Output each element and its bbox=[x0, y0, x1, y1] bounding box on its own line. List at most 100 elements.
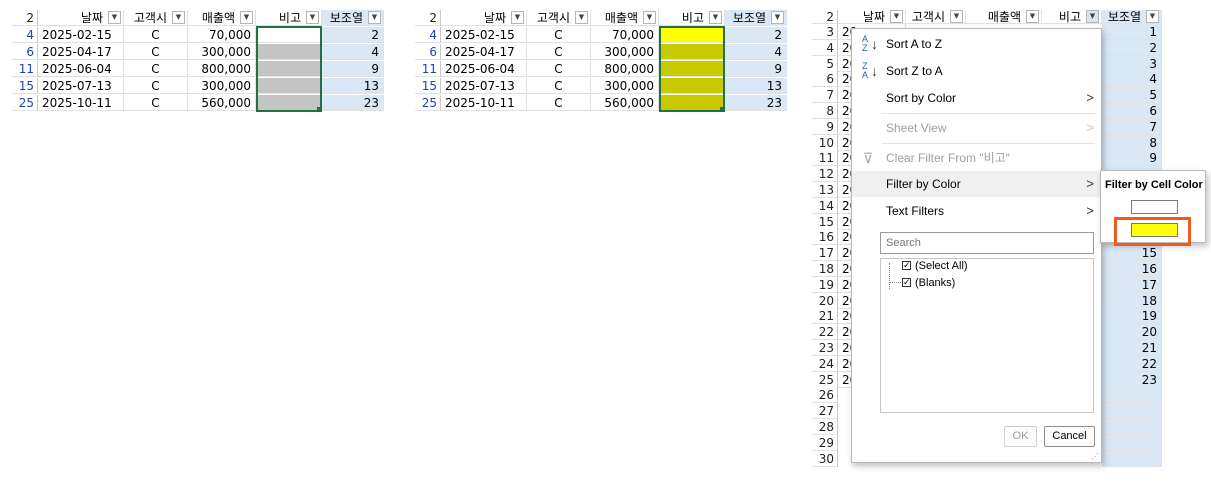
customer-cell[interactable]: C bbox=[527, 95, 591, 111]
aux-cell[interactable]: 1 bbox=[1102, 24, 1162, 40]
date-cell[interactable]: 2025-06-04 bbox=[38, 61, 124, 77]
sales-cell[interactable]: 300,000 bbox=[591, 44, 659, 60]
aux-cell[interactable]: 21 bbox=[1102, 340, 1162, 356]
aux-cell[interactable]: 9 bbox=[1102, 150, 1162, 167]
cancel-button[interactable]: Cancel bbox=[1044, 426, 1095, 447]
dropdown-arrow-icon[interactable]: ▼ bbox=[368, 11, 381, 24]
row-number[interactable]: 8 bbox=[812, 103, 838, 119]
header-sales[interactable]: 매출액 ▼ bbox=[591, 10, 659, 26]
header-aux[interactable]: 보조열 ▼ bbox=[322, 10, 384, 26]
aux-cell[interactable]: 8 bbox=[1102, 134, 1162, 151]
ok-button[interactable]: OK bbox=[1004, 426, 1037, 447]
aux-cell[interactable]: 13 bbox=[322, 78, 384, 94]
customer-cell[interactable]: C bbox=[527, 78, 591, 94]
dropdown-arrow-icon[interactable]: ▼ bbox=[511, 11, 524, 24]
row-number[interactable]: 24 bbox=[812, 355, 838, 372]
customer-cell[interactable]: C bbox=[124, 27, 188, 43]
row-number[interactable]: 28 bbox=[812, 419, 838, 435]
header-sales[interactable]: 매출액 ▼ bbox=[188, 10, 256, 26]
dropdown-arrow-icon[interactable]: ▼ bbox=[709, 11, 722, 24]
aux-cell[interactable]: 6 bbox=[1102, 103, 1162, 119]
aux-cell[interactable]: 16 bbox=[1102, 261, 1162, 277]
search-input[interactable]: Search bbox=[880, 232, 1094, 254]
date-cell[interactable]: 2025-04-17 bbox=[38, 44, 124, 60]
aux-cell[interactable]: 9 bbox=[322, 61, 384, 77]
row-number[interactable]: 15 bbox=[12, 78, 38, 94]
customer-cell[interactable]: C bbox=[527, 44, 591, 60]
checkbox-blanks[interactable]: ✓ bbox=[902, 278, 911, 287]
row-number[interactable]: 11 bbox=[12, 61, 38, 77]
aux-cell[interactable]: 23 bbox=[322, 95, 384, 111]
header-note[interactable]: 비고 ▼ bbox=[1042, 10, 1102, 24]
row-number[interactable]: 2 bbox=[812, 10, 838, 24]
date-cell[interactable]: 2025-07-13 bbox=[441, 78, 527, 94]
fill-handle[interactable] bbox=[720, 107, 725, 112]
checkbox-select-all[interactable]: ✓ bbox=[902, 261, 911, 270]
aux-cell[interactable] bbox=[1102, 450, 1162, 467]
dropdown-arrow-icon[interactable]: ▼ bbox=[306, 11, 319, 24]
sales-cell[interactable]: 300,000 bbox=[188, 78, 256, 94]
dropdown-arrow-icon[interactable]: ▼ bbox=[890, 10, 903, 23]
dropdown-arrow-icon[interactable]: ▼ bbox=[108, 11, 121, 24]
header-aux[interactable]: 보조열 ▼ bbox=[1102, 10, 1162, 24]
color-swatch-white[interactable] bbox=[1131, 200, 1178, 214]
row-number[interactable]: 17 bbox=[812, 245, 838, 262]
aux-cell[interactable]: 2 bbox=[322, 27, 384, 43]
aux-cell[interactable]: 2 bbox=[1102, 39, 1162, 56]
aux-cell[interactable]: 4 bbox=[322, 44, 384, 60]
row-number[interactable]: 29 bbox=[812, 434, 838, 451]
aux-cell[interactable]: 3 bbox=[1102, 55, 1162, 72]
aux-cell[interactable]: 22 bbox=[1102, 355, 1162, 372]
aux-cell[interactable]: 23 bbox=[725, 95, 787, 111]
row-number[interactable]: 11 bbox=[812, 150, 838, 167]
row-number[interactable]: 2 bbox=[12, 10, 38, 26]
customer-cell[interactable]: C bbox=[124, 44, 188, 60]
aux-cell[interactable]: 5 bbox=[1102, 87, 1162, 104]
row-number[interactable]: 30 bbox=[812, 450, 838, 467]
sales-cell[interactable]: 560,000 bbox=[591, 95, 659, 111]
aux-cell[interactable]: 15 bbox=[1102, 245, 1162, 262]
row-number[interactable]: 13 bbox=[812, 182, 838, 198]
row-number[interactable]: 4 bbox=[12, 27, 38, 43]
sales-cell[interactable]: 70,000 bbox=[591, 27, 659, 43]
aux-cell[interactable] bbox=[1102, 434, 1162, 451]
dropdown-arrow-icon[interactable]: ▼ bbox=[1026, 10, 1039, 23]
sort-by-color[interactable]: Sort by Color > bbox=[852, 85, 1101, 111]
fill-handle[interactable] bbox=[317, 107, 322, 112]
row-number[interactable]: 25 bbox=[415, 95, 441, 111]
sort-a-to-z[interactable]: AZ ↓ Sort A to Z bbox=[852, 31, 1101, 57]
date-cell[interactable]: 2025-10-11 bbox=[38, 95, 124, 111]
header-note[interactable]: 비고 ▼ bbox=[659, 10, 725, 26]
row-number[interactable]: 4 bbox=[415, 27, 441, 43]
sales-cell[interactable]: 300,000 bbox=[591, 78, 659, 94]
value-list[interactable]: ✓ (Select All) ✓ (Blanks) bbox=[880, 258, 1094, 413]
aux-cell[interactable] bbox=[1102, 419, 1162, 435]
sales-cell[interactable]: 560,000 bbox=[188, 95, 256, 111]
header-date[interactable]: 날짜 ▼ bbox=[838, 10, 906, 24]
header-aux[interactable]: 보조열 ▼ bbox=[725, 10, 787, 26]
sales-cell[interactable]: 70,000 bbox=[188, 27, 256, 43]
sales-cell[interactable]: 800,000 bbox=[591, 61, 659, 77]
row-number[interactable]: 11 bbox=[415, 61, 441, 77]
dropdown-arrow-icon[interactable]: ▼ bbox=[240, 11, 253, 24]
row-number[interactable]: 3 bbox=[812, 24, 838, 40]
header-customer[interactable]: 고객시 ▼ bbox=[124, 10, 188, 26]
row-number[interactable]: 25 bbox=[812, 371, 838, 388]
sales-cell[interactable]: 800,000 bbox=[188, 61, 256, 77]
aux-cell[interactable]: 4 bbox=[1102, 71, 1162, 88]
date-cell[interactable]: 2025-04-17 bbox=[441, 44, 527, 60]
customer-cell[interactable]: C bbox=[527, 61, 591, 77]
filter-by-color[interactable]: Filter by Color > bbox=[852, 171, 1101, 197]
row-number[interactable]: 10 bbox=[812, 134, 838, 151]
row-number[interactable]: 5 bbox=[812, 55, 838, 72]
date-cell[interactable]: 2025-07-13 bbox=[38, 78, 124, 94]
resize-grip-icon[interactable]: ⋰ bbox=[1091, 453, 1099, 461]
aux-cell[interactable]: 19 bbox=[1102, 308, 1162, 325]
filter-active-icon[interactable]: ▼ bbox=[575, 11, 588, 24]
row-number[interactable]: 7 bbox=[812, 87, 838, 104]
sales-cell[interactable]: 300,000 bbox=[188, 44, 256, 60]
row-number[interactable]: 6 bbox=[812, 71, 838, 88]
row-number[interactable]: 15 bbox=[415, 78, 441, 94]
row-number[interactable]: 6 bbox=[12, 44, 38, 60]
row-number[interactable]: 26 bbox=[812, 387, 838, 404]
